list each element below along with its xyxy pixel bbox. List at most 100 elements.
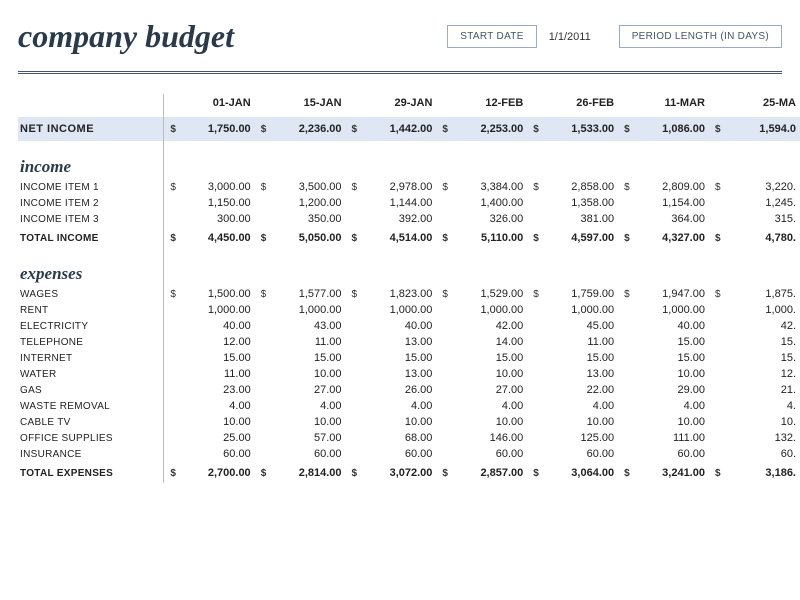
cell-value[interactable]: 1,154.00 (633, 195, 709, 211)
cell-value[interactable]: 1,750.00 (179, 117, 255, 141)
cell-value[interactable]: 1,500.00 (179, 286, 255, 302)
cell-value[interactable]: 4.00 (179, 398, 255, 414)
cell-value[interactable]: 60.00 (360, 446, 436, 462)
start-date-label-box[interactable]: START DATE (447, 25, 536, 48)
cell-value[interactable]: 15.00 (542, 350, 618, 366)
cell-value[interactable]: 12.00 (179, 334, 255, 350)
cell-value[interactable]: 3,241.00 (633, 462, 709, 483)
cell-value[interactable]: 15.00 (451, 350, 527, 366)
cell-value[interactable]: 2,700.00 (179, 462, 255, 483)
cell-value[interactable]: 2,253.00 (451, 117, 527, 141)
cell-value[interactable]: 27.00 (451, 382, 527, 398)
cell-value[interactable]: 2,236.00 (269, 117, 345, 141)
cell-value[interactable]: 1,759.00 (542, 286, 618, 302)
cell-value[interactable]: 60.00 (269, 446, 345, 462)
cell-value[interactable]: 10. (724, 414, 800, 430)
cell-value[interactable]: 23.00 (179, 382, 255, 398)
cell-value[interactable]: 1,442.00 (360, 117, 436, 141)
row-label[interactable]: CABLE TV (18, 414, 164, 430)
cell-value[interactable]: 42. (724, 318, 800, 334)
cell-value[interactable]: 43.00 (269, 318, 345, 334)
cell-value[interactable]: 125.00 (542, 430, 618, 446)
cell-value[interactable]: 15.00 (179, 350, 255, 366)
col-header[interactable]: 26-FEB (542, 94, 618, 117)
cell-value[interactable]: 2,978.00 (360, 179, 436, 195)
cell-value[interactable]: 10.00 (633, 366, 709, 382)
cell-value[interactable]: 10.00 (179, 414, 255, 430)
cell-value[interactable]: 146.00 (451, 430, 527, 446)
row-label[interactable]: WAGES (18, 286, 164, 302)
row-label[interactable]: INCOME ITEM 1 (18, 179, 164, 195)
cell-value[interactable]: 10.00 (269, 414, 345, 430)
cell-value[interactable]: 57.00 (269, 430, 345, 446)
cell-value[interactable]: 13.00 (542, 366, 618, 382)
cell-value[interactable]: 5,110.00 (451, 227, 527, 248)
cell-value[interactable]: 60.00 (542, 446, 618, 462)
cell-value[interactable]: 13.00 (360, 366, 436, 382)
col-header[interactable]: 29-JAN (360, 94, 436, 117)
cell-value[interactable]: 315. (724, 211, 800, 227)
cell-value[interactable]: 4.00 (269, 398, 345, 414)
cell-value[interactable]: 1,000. (724, 302, 800, 318)
cell-value[interactable]: 2,809.00 (633, 179, 709, 195)
cell-value[interactable]: 45.00 (542, 318, 618, 334)
cell-value[interactable]: 1,245. (724, 195, 800, 211)
row-label[interactable]: WASTE REMOVAL (18, 398, 164, 414)
cell-value[interactable]: 11.00 (542, 334, 618, 350)
cell-value[interactable]: 1,000.00 (269, 302, 345, 318)
cell-value[interactable]: 60. (724, 446, 800, 462)
row-label[interactable]: NET INCOME (18, 117, 164, 141)
col-header[interactable]: 12-FEB (451, 94, 527, 117)
cell-value[interactable]: 3,220. (724, 179, 800, 195)
cell-value[interactable]: 4,450.00 (179, 227, 255, 248)
cell-value[interactable]: 1,000.00 (360, 302, 436, 318)
cell-value[interactable]: 29.00 (633, 382, 709, 398)
cell-value[interactable]: 350.00 (269, 211, 345, 227)
row-label[interactable]: GAS (18, 382, 164, 398)
cell-value[interactable]: 132. (724, 430, 800, 446)
cell-value[interactable]: 5,050.00 (269, 227, 345, 248)
col-header[interactable]: 25-MA (724, 94, 800, 117)
cell-value[interactable]: 10.00 (542, 414, 618, 430)
cell-value[interactable]: 60.00 (633, 446, 709, 462)
cell-value[interactable]: 2,814.00 (269, 462, 345, 483)
cell-value[interactable]: 3,064.00 (542, 462, 618, 483)
start-date-value[interactable]: 1/1/2011 (549, 31, 591, 43)
cell-value[interactable]: 40.00 (360, 318, 436, 334)
cell-value[interactable]: 15. (724, 334, 800, 350)
cell-value[interactable]: 15.00 (633, 350, 709, 366)
cell-value[interactable]: 10.00 (451, 414, 527, 430)
cell-value[interactable]: 3,186. (724, 462, 800, 483)
cell-value[interactable]: 1,529.00 (451, 286, 527, 302)
cell-value[interactable]: 21. (724, 382, 800, 398)
cell-value[interactable]: 4,780. (724, 227, 800, 248)
row-label[interactable]: INSURANCE (18, 446, 164, 462)
cell-value[interactable]: 1,000.00 (179, 302, 255, 318)
cell-value[interactable]: 15.00 (360, 350, 436, 366)
cell-value[interactable]: 60.00 (451, 446, 527, 462)
cell-value[interactable]: 3,500.00 (269, 179, 345, 195)
period-length-label-box[interactable]: PERIOD LENGTH (IN DAYS) (619, 25, 782, 48)
cell-value[interactable]: 364.00 (633, 211, 709, 227)
cell-value[interactable]: 13.00 (360, 334, 436, 350)
col-header[interactable]: 01-JAN (179, 94, 255, 117)
row-label[interactable]: INTERNET (18, 350, 164, 366)
cell-value[interactable]: 10.00 (633, 414, 709, 430)
cell-value[interactable]: 10.00 (269, 366, 345, 382)
cell-value[interactable]: 4.00 (542, 398, 618, 414)
cell-value[interactable]: 10.00 (360, 414, 436, 430)
cell-value[interactable]: 1,577.00 (269, 286, 345, 302)
row-label[interactable]: INCOME ITEM 3 (18, 211, 164, 227)
cell-value[interactable]: 10.00 (451, 366, 527, 382)
row-label[interactable]: ELECTRICITY (18, 318, 164, 334)
cell-value[interactable]: 12. (724, 366, 800, 382)
cell-value[interactable]: 60.00 (179, 446, 255, 462)
cell-value[interactable]: 1,400.00 (451, 195, 527, 211)
cell-value[interactable]: 15.00 (633, 334, 709, 350)
cell-value[interactable]: 1,875. (724, 286, 800, 302)
cell-value[interactable]: 1,000.00 (451, 302, 527, 318)
cell-value[interactable]: 15. (724, 350, 800, 366)
row-label[interactable]: TOTAL INCOME (18, 227, 164, 248)
cell-value[interactable]: 40.00 (179, 318, 255, 334)
cell-value[interactable]: 4. (724, 398, 800, 414)
